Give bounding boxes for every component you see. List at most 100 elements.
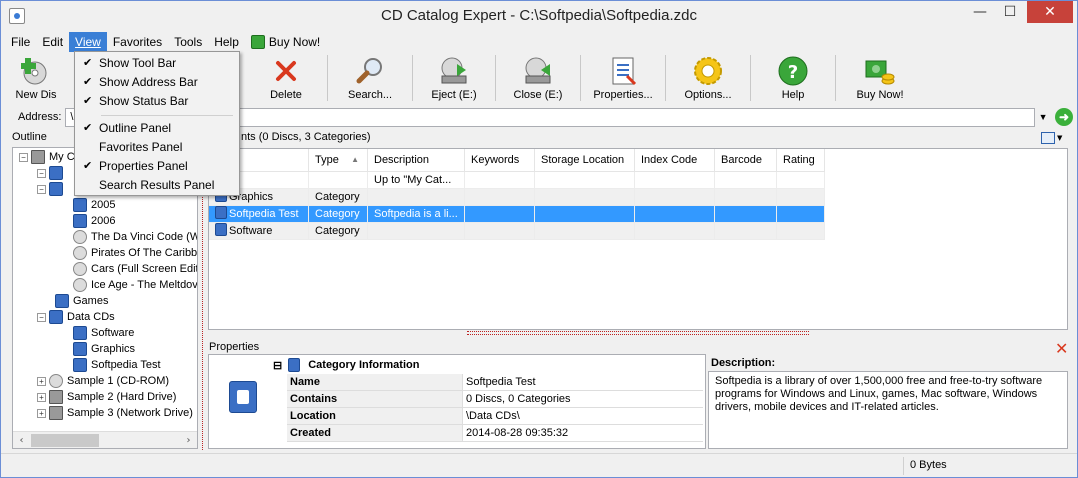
outline-scrollbar[interactable]: ‹ › bbox=[13, 431, 197, 448]
view-menu-show-statusbar[interactable]: ✔ Show Status Bar bbox=[77, 92, 237, 111]
property-key: Location bbox=[287, 408, 463, 425]
chevron-down-icon[interactable]: ▼ bbox=[1035, 108, 1051, 127]
property-value[interactable]: \Data CDs\ bbox=[463, 408, 703, 425]
close-disc-label: Close (E:) bbox=[513, 89, 563, 101]
window-title: CD Catalog Expert - C:\Softpedia\Softped… bbox=[381, 7, 697, 24]
eject-button[interactable]: Eject (E:) bbox=[413, 53, 495, 103]
view-mode-button[interactable]: ▼ bbox=[1041, 131, 1067, 145]
menu-favorites[interactable]: Favorites bbox=[107, 32, 168, 52]
menu-edit[interactable]: Edit bbox=[36, 32, 69, 52]
tree-item-davinci[interactable]: The Da Vinci Code (W bbox=[73, 229, 197, 245]
minimize-button[interactable]: — bbox=[966, 1, 994, 23]
view-menu-show-toolbar[interactable]: ✔ Show Tool Bar bbox=[77, 54, 237, 73]
scroll-left-icon[interactable]: ‹ bbox=[13, 435, 30, 446]
horizontal-splitter[interactable] bbox=[467, 331, 809, 335]
cell-storage bbox=[535, 223, 635, 240]
col-header-rating[interactable]: Rating bbox=[777, 149, 825, 172]
tree-item-graphics[interactable]: Graphics bbox=[73, 341, 135, 357]
property-row[interactable]: Contains 0 Discs, 0 Categories bbox=[287, 391, 703, 408]
view-menu-properties-panel[interactable]: ✔ Properties Panel bbox=[77, 157, 237, 176]
col-header-index[interactable]: Index Code bbox=[635, 149, 715, 172]
close-disc-button[interactable]: Close (E:) bbox=[496, 53, 580, 103]
close-window-button[interactable]: ✕ bbox=[1027, 1, 1073, 23]
help-button[interactable]: ? Help bbox=[751, 53, 835, 103]
menu-view[interactable]: View bbox=[69, 32, 107, 52]
view-menu-search-results-panel[interactable]: Search Results Panel bbox=[77, 176, 237, 195]
tree-item-sample2[interactable]: + Sample 2 (Hard Drive) bbox=[37, 389, 176, 405]
tree-item-softpedia[interactable]: Softpedia Test bbox=[73, 357, 161, 373]
cell-keywords bbox=[465, 223, 535, 240]
menu-buynow[interactable]: Buy Now! bbox=[245, 32, 326, 52]
delete-button[interactable]: Delete bbox=[245, 53, 327, 103]
collapse-icon[interactable]: − bbox=[37, 168, 46, 178]
tree-item-games[interactable]: Games bbox=[55, 293, 108, 309]
table-row[interactable]: Software Category bbox=[209, 223, 825, 240]
collapse-icon[interactable]: − bbox=[19, 152, 28, 162]
menu-file[interactable]: File bbox=[5, 32, 36, 52]
property-row[interactable]: Location \Data CDs\ bbox=[287, 408, 703, 425]
tree-item-root[interactable]: − My C bbox=[19, 149, 75, 165]
col-header-barcode[interactable]: Barcode bbox=[715, 149, 777, 172]
tree-item-pirates[interactable]: Pirates Of The Caribb bbox=[73, 245, 197, 261]
expand-icon[interactable]: + bbox=[37, 408, 46, 418]
scroll-thumb[interactable] bbox=[31, 433, 99, 447]
options-button[interactable]: Options... bbox=[666, 53, 750, 103]
tree-item-software[interactable]: Software bbox=[73, 325, 134, 341]
property-key: Name bbox=[287, 374, 463, 391]
tree-item-label: Sample 2 (Hard Drive) bbox=[67, 391, 177, 403]
table-row[interactable]: Softpedia Test Category Softpedia is a l… bbox=[209, 206, 825, 223]
col-header-keywords[interactable]: Keywords bbox=[465, 149, 535, 172]
tree-item-2006[interactable]: 2006 bbox=[73, 213, 115, 229]
cell-type: Category bbox=[309, 223, 368, 240]
go-button[interactable]: ➜ bbox=[1055, 108, 1073, 126]
menu-tools[interactable]: Tools bbox=[168, 32, 208, 52]
category-info-header[interactable]: ⊟ Category Information bbox=[273, 357, 419, 373]
expand-icon[interactable]: + bbox=[37, 376, 46, 386]
description-text[interactable]: Softpedia is a library of over 1,500,000… bbox=[708, 371, 1068, 449]
search-button[interactable]: Search... bbox=[328, 53, 412, 103]
table-row[interactable]: Graphics Category bbox=[209, 189, 825, 206]
expand-icon[interactable]: + bbox=[37, 392, 46, 402]
col-header-label: Type bbox=[315, 154, 339, 166]
tree-item-sample1[interactable]: + Sample 1 (CD-ROM) bbox=[37, 373, 169, 389]
property-value[interactable]: 2014-08-28 09:35:32 bbox=[463, 425, 703, 442]
scroll-right-icon[interactable]: › bbox=[180, 435, 197, 446]
search-icon bbox=[354, 55, 386, 87]
properties-button[interactable]: Properties... bbox=[581, 53, 665, 103]
tree-item-2005[interactable]: 2005 bbox=[73, 197, 115, 213]
tree-item-iceage[interactable]: Ice Age - The Meltdov bbox=[73, 277, 197, 293]
new-disc-icon bbox=[20, 55, 52, 87]
col-header-description[interactable]: Description bbox=[368, 149, 465, 172]
cell-rating bbox=[777, 223, 825, 240]
menu-item-label: Show Address Bar bbox=[99, 75, 198, 89]
table-row[interactable]: Up to "My Cat... bbox=[209, 172, 825, 189]
disc-icon bbox=[73, 262, 87, 276]
col-header-type[interactable]: Type ▲ bbox=[309, 149, 368, 172]
category-icon bbox=[73, 198, 87, 212]
tree-item-label: Software bbox=[91, 327, 135, 339]
tree-item-sub[interactable]: − bbox=[37, 181, 67, 197]
disc-icon bbox=[73, 278, 87, 292]
maximize-button[interactable]: ☐ bbox=[996, 1, 1024, 23]
collapse-icon[interactable]: − bbox=[37, 312, 46, 322]
category-icon bbox=[215, 206, 227, 219]
view-menu-show-addressbar[interactable]: ✔ Show Address Bar bbox=[77, 73, 237, 92]
tree-item-datacds[interactable]: − Data CDs bbox=[37, 309, 115, 325]
collapse-icon[interactable]: − bbox=[37, 184, 46, 194]
menu-help[interactable]: Help bbox=[208, 32, 245, 52]
property-value[interactable]: Softpedia Test bbox=[463, 374, 703, 391]
view-menu-favorites-panel[interactable]: Favorites Panel bbox=[77, 138, 237, 157]
close-icon[interactable]: ✕ bbox=[1055, 339, 1068, 358]
property-row[interactable]: Name Softpedia Test bbox=[287, 374, 703, 391]
col-header-storage[interactable]: Storage Location bbox=[535, 149, 635, 172]
buynow-button[interactable]: Buy Now! bbox=[836, 53, 924, 103]
tree-item-movies[interactable]: − bbox=[37, 165, 67, 181]
property-value[interactable]: 0 Discs, 0 Categories bbox=[463, 391, 703, 408]
property-row[interactable]: Created 2014-08-28 09:35:32 bbox=[287, 425, 703, 442]
menu-buynow-label: Buy Now! bbox=[268, 35, 321, 49]
tree-item-cars[interactable]: Cars (Full Screen Edit bbox=[73, 261, 197, 277]
collapse-icon[interactable]: ⊟ bbox=[273, 359, 282, 372]
view-menu-outline-panel[interactable]: ✔ Outline Panel bbox=[77, 119, 237, 138]
tree-item-sample3[interactable]: + Sample 3 (Network Drive) bbox=[37, 405, 193, 421]
new-disc-button[interactable]: New Dis bbox=[5, 53, 67, 103]
